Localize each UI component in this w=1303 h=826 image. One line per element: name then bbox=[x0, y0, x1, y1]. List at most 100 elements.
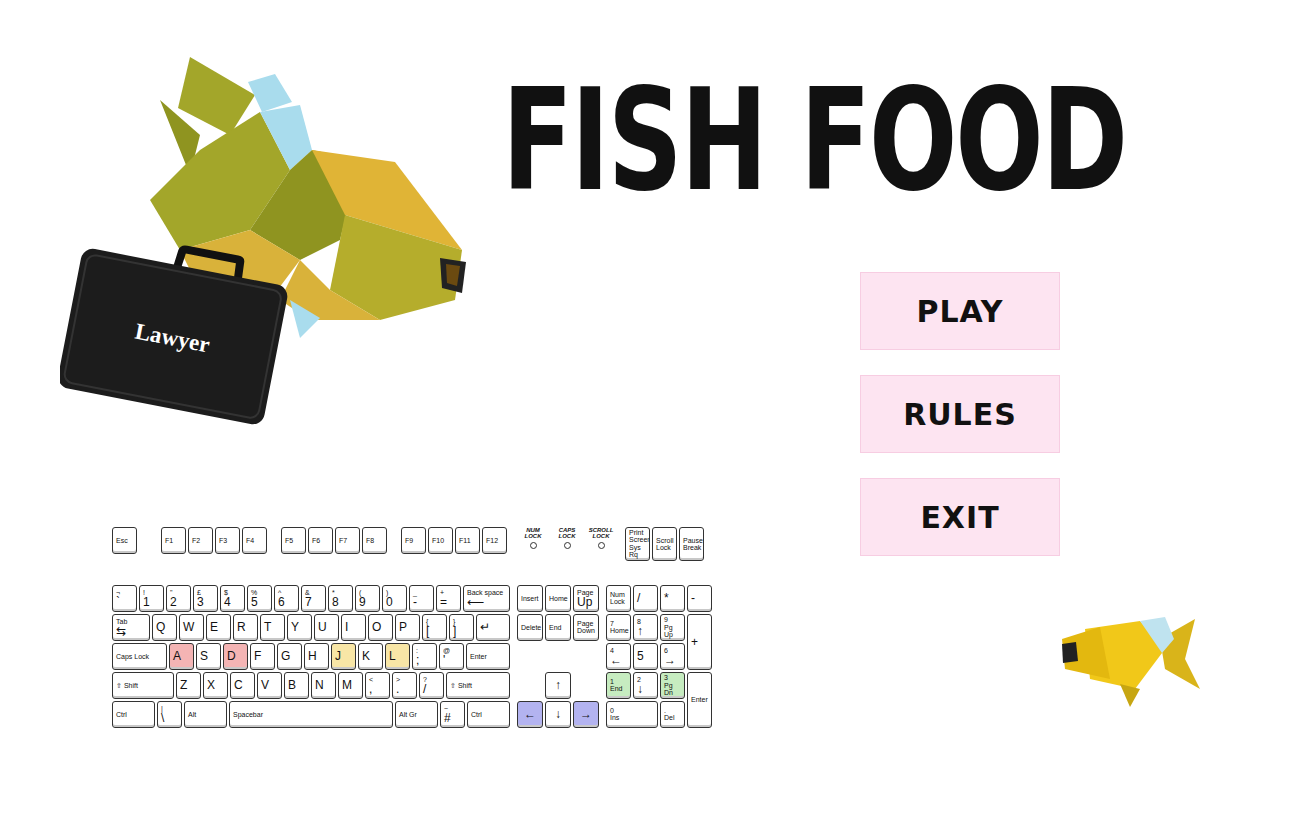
keyboard-key: A bbox=[169, 643, 194, 670]
numpad-key: 3Pg Dn bbox=[660, 672, 685, 699]
keyboard-key: %5 bbox=[247, 585, 272, 612]
keyboard-key: F bbox=[250, 643, 275, 670]
keyboard-key: ⇧ Shift bbox=[446, 672, 510, 699]
keyboard-key: U bbox=[314, 614, 339, 641]
keyboard-key: Enter bbox=[466, 643, 510, 670]
numpad-key: * bbox=[660, 585, 685, 612]
keyboard-key: O bbox=[368, 614, 393, 641]
keyboard-key: Alt bbox=[184, 701, 227, 728]
menu-button[interactable]: RULES bbox=[860, 375, 1060, 453]
keyboard-key: P bbox=[395, 614, 420, 641]
numpad-key: 6→ bbox=[660, 643, 685, 670]
keyboard-key: F7 bbox=[335, 527, 360, 554]
numpad-key: - bbox=[687, 585, 712, 612]
keyboard-key: PageUp bbox=[573, 585, 599, 612]
keyboard-key: :; bbox=[412, 643, 437, 670]
keyboard-key: H bbox=[304, 643, 329, 670]
goldfish-icon bbox=[1055, 611, 1205, 711]
arrow-key: → bbox=[573, 701, 599, 728]
keyboard-key: B bbox=[284, 672, 309, 699]
keyboard-key: Q bbox=[152, 614, 177, 641]
keyboard-key: F4 bbox=[242, 527, 267, 554]
keyboard-key: ⇧ Shift bbox=[112, 672, 174, 699]
keyboard-key: W bbox=[179, 614, 204, 641]
menu-button[interactable]: EXIT bbox=[860, 478, 1060, 556]
numpad-key: 8↑ bbox=[633, 614, 658, 641]
keyboard-key: F12 bbox=[482, 527, 507, 554]
keyboard-key: G bbox=[277, 643, 302, 670]
keyboard-key: Print ScreenSys Rq bbox=[625, 527, 650, 561]
keyboard-key: K bbox=[358, 643, 383, 670]
numpad-key: NumLock bbox=[606, 585, 631, 612]
keyboard-key: D bbox=[223, 643, 248, 670]
keyboard-key: X bbox=[203, 672, 228, 699]
keyboard-key: !1 bbox=[139, 585, 164, 612]
keyboard-key: += bbox=[436, 585, 461, 612]
keyboard-key: C bbox=[230, 672, 255, 699]
keyboard-key: F10 bbox=[428, 527, 453, 554]
keyboard-key: F3 bbox=[215, 527, 240, 554]
numpad-key: 0Ins bbox=[606, 701, 658, 728]
keyboard-key: F9 bbox=[401, 527, 426, 554]
keyboard-key: ScrollLock bbox=[652, 527, 677, 561]
lock-indicator: SCROLL LOCK bbox=[587, 527, 615, 549]
keyboard-key: End bbox=[545, 614, 571, 641]
keyboard-key: <, bbox=[365, 672, 390, 699]
keyboard-key: PauseBreak bbox=[679, 527, 704, 561]
keyboard-key: Back space⟵ bbox=[463, 585, 510, 612]
game-title: FISH FOOD bbox=[480, 0, 1303, 338]
numpad-key: Enter bbox=[687, 672, 712, 728]
numpad-key: 7Home bbox=[606, 614, 631, 641]
keyboard-key: *8 bbox=[328, 585, 353, 612]
keyboard-key: V bbox=[257, 672, 282, 699]
keyboard-controls: EscF1F2F3F4F5F6F7F8F9F10F11F12NUM LOCKCA… bbox=[0, 520, 712, 826]
numpad-key: 9Pg Up bbox=[660, 614, 685, 641]
keyboard-key: Insert bbox=[517, 585, 543, 612]
keyboard-key: ↵ bbox=[476, 614, 510, 641]
arrow-key: ↑ bbox=[545, 672, 571, 699]
keyboard-key: T bbox=[260, 614, 285, 641]
keyboard-key: {[ bbox=[422, 614, 447, 641]
main-menu: LawyerFISH FOODPLAYRULESEXITEscF1F2F3F4F… bbox=[0, 0, 1303, 826]
arrow-key: ← bbox=[517, 701, 543, 728]
keyboard-key: Spacebar bbox=[229, 701, 393, 728]
keyboard-key: J bbox=[331, 643, 356, 670]
numpad-key: 1End bbox=[606, 672, 631, 699]
keyboard-key: F6 bbox=[308, 527, 333, 554]
keyboard-key: E bbox=[206, 614, 231, 641]
keyboard-key: L bbox=[385, 643, 410, 670]
numpad-key: .Del bbox=[660, 701, 685, 728]
numpad-key: + bbox=[687, 614, 712, 670]
keyboard-key: F1 bbox=[161, 527, 186, 554]
keyboard-key: (9 bbox=[355, 585, 380, 612]
numpad-key: 2↓ bbox=[633, 672, 658, 699]
keyboard-key: ?/ bbox=[419, 672, 444, 699]
keyboard-key: }] bbox=[449, 614, 474, 641]
keyboard-key: "2 bbox=[166, 585, 191, 612]
keyboard-key: PageDown bbox=[573, 614, 599, 641]
lock-indicator: NUM LOCK bbox=[519, 527, 547, 549]
keyboard-key: _- bbox=[409, 585, 434, 612]
main-menu-buttons: PLAY RULES EXIT bbox=[860, 272, 1303, 556]
numpad-key: 4← bbox=[606, 643, 631, 670]
keyboard-key: R bbox=[233, 614, 258, 641]
keyboard-key: Z bbox=[176, 672, 201, 699]
keyboard-key: S bbox=[196, 643, 221, 670]
keyboard-key: Delete bbox=[517, 614, 543, 641]
keyboard-key: Esc bbox=[112, 527, 137, 554]
keyboard-key: @' bbox=[439, 643, 464, 670]
briefcase-label: Lawyer bbox=[133, 319, 212, 358]
keyboard-key: Caps Lock bbox=[112, 643, 167, 670]
lock-indicator: CAPS LOCK bbox=[553, 527, 581, 549]
keyboard-key: F2 bbox=[188, 527, 213, 554]
keyboard-key: $4 bbox=[220, 585, 245, 612]
keyboard-key: £3 bbox=[193, 585, 218, 612]
keyboard-key: Y bbox=[287, 614, 312, 641]
keyboard-key: F5 bbox=[281, 527, 306, 554]
menu-button[interactable]: PLAY bbox=[860, 272, 1060, 350]
keyboard-key: M bbox=[338, 672, 363, 699]
keyboard-key: F11 bbox=[455, 527, 480, 554]
keyboard-key: Ctrl bbox=[112, 701, 155, 728]
keyboard-key: Home bbox=[545, 585, 571, 612]
numpad-key: / bbox=[633, 585, 658, 612]
